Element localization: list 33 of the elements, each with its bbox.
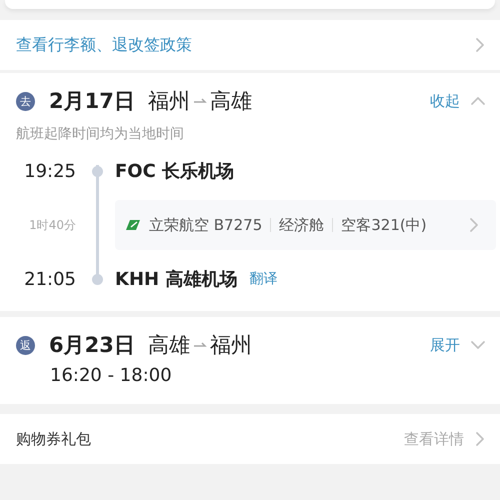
flight-times: 16:20 - 18:00 xyxy=(50,365,173,386)
chevron-up-icon xyxy=(470,94,486,108)
cabin-class: 经济舱 xyxy=(279,216,324,234)
time-note: 航班起降时间均为当地时间 xyxy=(16,125,185,143)
origin-city: 高雄 xyxy=(148,332,190,359)
aircraft-type: 空客321(中) xyxy=(341,216,427,234)
destination-city: 高雄 xyxy=(210,88,252,115)
flight-duration: 1时40分 xyxy=(28,216,76,234)
gift-package-label: 购物券礼包 xyxy=(16,430,91,448)
flight-date: 6月23日 xyxy=(49,332,135,359)
chevron-down-icon xyxy=(470,338,486,352)
toggle-button[interactable]: 收起 xyxy=(430,92,486,110)
trip-badge: 去 xyxy=(16,92,35,110)
chevron-right-icon xyxy=(468,217,480,233)
arrival-time: 21:05 xyxy=(23,268,76,290)
timeline-dot xyxy=(92,274,103,284)
translate-link[interactable]: 翻译 xyxy=(249,270,278,288)
chevron-right-icon xyxy=(474,431,486,447)
arrival-airport: KHH 高雄机场 xyxy=(115,268,238,291)
origin-city: 福州 xyxy=(148,88,190,115)
timeline-dot xyxy=(92,166,103,176)
flight-info-card[interactable]: 立荣航空 B7275 经济舱 空客321(中) xyxy=(115,200,496,250)
chevron-right-icon xyxy=(474,37,486,53)
airline-flight: 立荣航空 B7275 xyxy=(149,216,262,234)
departure-airport: FOC 长乐机场 xyxy=(115,160,234,183)
departure-time: 19:25 xyxy=(23,160,76,182)
flight-date: 2月17日 xyxy=(49,88,135,115)
details-link[interactable]: 查看详情 xyxy=(404,430,486,448)
destination-city: 福州 xyxy=(210,332,252,359)
airline-logo-icon xyxy=(125,218,141,232)
trip-badge: 返 xyxy=(16,336,35,354)
policy-link[interactable]: 查看行李额、退改签政策 xyxy=(0,20,500,73)
toggle-button[interactable]: 展开 xyxy=(430,336,486,354)
